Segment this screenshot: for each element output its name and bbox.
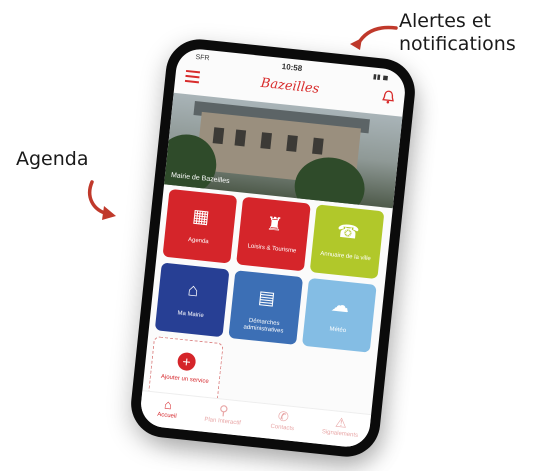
tile-label: Démarches administratives (243, 317, 284, 335)
bell-icon[interactable] (382, 90, 395, 105)
tile-loisirs-tourisme[interactable]: ♜ Loisirs & Tourisme (236, 196, 311, 272)
tile-demarches[interactable]: ▤ Démarches administratives (228, 270, 304, 345)
phone-mockup: SFR 10:58 ▮▮ ◼ Bazeilles Mairie de Bazei… (127, 36, 423, 471)
battery-icon: ▮▮ ◼ (372, 73, 389, 83)
phone-screen: SFR 10:58 ▮▮ ◼ Bazeilles Mairie de Bazei… (138, 47, 408, 449)
tab-contacts[interactable]: ✆ Contacts (259, 407, 307, 434)
tile-ma-mairie[interactable]: ⌂ Ma Mairie (154, 262, 230, 338)
agenda-arrow-icon (87, 180, 116, 220)
tile-label: Annuaire de la ville (319, 250, 372, 263)
hero-window (212, 127, 225, 145)
document-icon: ▤ (257, 286, 277, 309)
tile-label: Ajouter un service (160, 374, 209, 385)
phone-frame: SFR 10:58 ▮▮ ◼ Bazeilles Mairie de Bazei… (127, 36, 419, 460)
phone-book-icon: ☎ (335, 220, 361, 243)
tab-accueil[interactable]: ⌂ Accueil (144, 395, 192, 422)
alerts-annotation-line1: Alertes et (399, 10, 491, 32)
alerts-annotation: Alertes et notifications (399, 10, 516, 56)
tile-label: Loisirs & Tourisme (247, 243, 297, 255)
tile-label: Agenda (187, 237, 209, 246)
hero-window (286, 134, 298, 152)
agenda-annotation: Agenda (16, 148, 89, 170)
calendar-icon: ▦ (191, 205, 211, 228)
tile-label: Ma Mairie (177, 310, 204, 320)
tile-annuaire[interactable]: ☎ Annuaire de la ville (309, 204, 385, 280)
alerts-annotation-line2: notifications (399, 32, 516, 55)
weather-icon: ☁ (330, 294, 351, 317)
hero-window (260, 132, 272, 150)
tab-plan-interactif[interactable]: ⚲ Plan Interactif (199, 400, 247, 427)
tab-signalements[interactable]: ⚠ Signalements (317, 413, 365, 440)
tile-label: Météo (329, 326, 347, 335)
tab-label: Accueil (156, 411, 177, 420)
castle-icon: ♜ (265, 213, 284, 235)
plus-icon: + (176, 351, 197, 372)
city-hall-icon: ⌂ (186, 279, 200, 301)
tile-agenda[interactable]: ▦ Agenda (162, 188, 238, 264)
hero-window (312, 137, 324, 155)
tab-label: Contacts (270, 423, 295, 433)
alerts-arrow-icon (350, 25, 398, 50)
hero-window (234, 129, 247, 147)
tile-meteo[interactable]: ☁ Météo (301, 277, 377, 353)
